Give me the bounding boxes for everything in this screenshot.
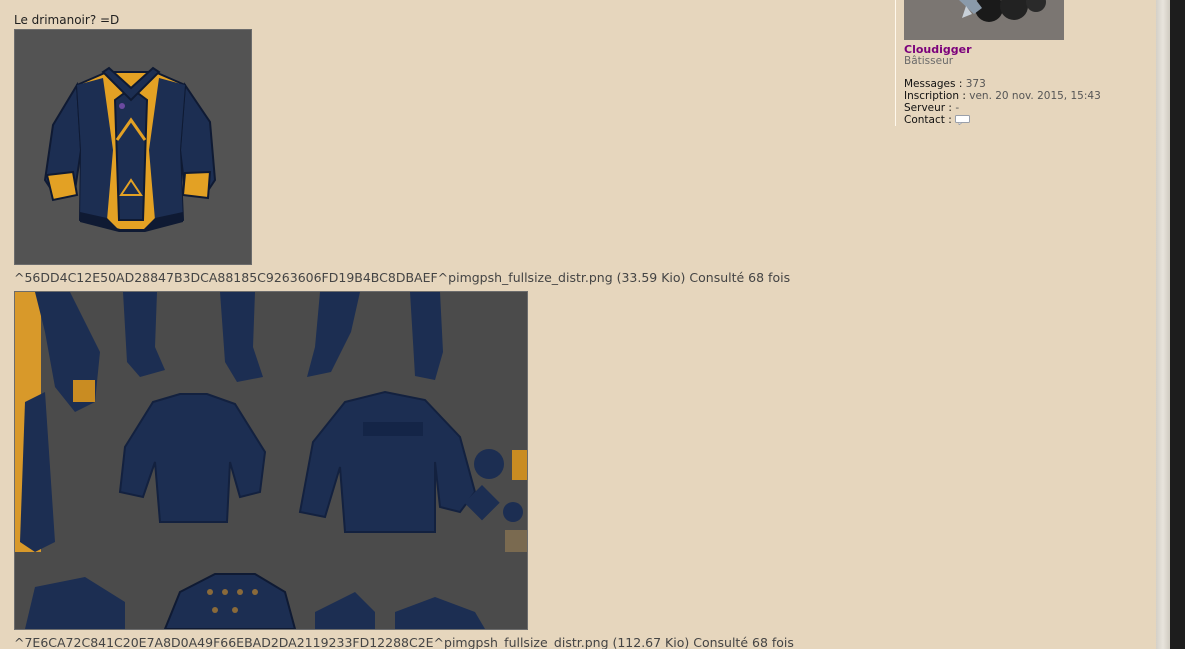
tunic-illustration: [43, 66, 217, 232]
attachment-image-tunic[interactable]: [14, 29, 252, 265]
browser-viewport: Le drimanoir? =D ^56DD4C12E50AD28847B3DC…: [0, 0, 1185, 649]
user-stats: Messages : 373 Inscription : ven. 20 nov…: [904, 78, 1101, 126]
stat-label: Inscription :: [904, 90, 966, 102]
stat-registration: Inscription : ven. 20 nov. 2015, 15:43: [904, 90, 1101, 102]
user-rank: Bâtisseur: [904, 55, 954, 67]
avatar[interactable]: [904, 0, 1064, 40]
page-gutter: [1156, 0, 1170, 649]
window-scrollbar[interactable]: [1170, 0, 1185, 649]
attachment-caption-1[interactable]: ^56DD4C12E50AD28847B3DCA88185C9263606FD1…: [14, 270, 790, 285]
post-body: Le drimanoir? =D ^56DD4C12E50AD28847B3DC…: [14, 0, 884, 649]
stat-label: Messages :: [904, 78, 963, 90]
attachment-caption-2[interactable]: ^7E6CA72C841C20E7A8D0A49F66EBAD2DA211923…: [14, 635, 794, 649]
stat-contact: Contact :: [904, 114, 1101, 126]
post-text: Le drimanoir? =D: [14, 13, 120, 27]
forum-page: Le drimanoir? =D ^56DD4C12E50AD28847B3DC…: [0, 0, 1156, 649]
texture-illustration: [15, 292, 527, 629]
avatar-illustration: [904, 0, 1064, 40]
stat-value: -: [955, 102, 960, 114]
post-profile: Cloudigger Bâtisseur Messages : 373 Insc…: [895, 0, 1156, 126]
speech-bubble-icon[interactable]: [955, 115, 971, 126]
stat-messages: Messages : 373: [904, 78, 1101, 90]
stat-label: Contact :: [904, 114, 952, 126]
stat-server: Serveur : -: [904, 102, 1101, 114]
stat-value: ven. 20 nov. 2015, 15:43: [969, 90, 1101, 102]
stat-label: Serveur :: [904, 102, 952, 114]
attachment-image-texture[interactable]: [14, 291, 528, 630]
stat-value: 373: [965, 78, 986, 90]
